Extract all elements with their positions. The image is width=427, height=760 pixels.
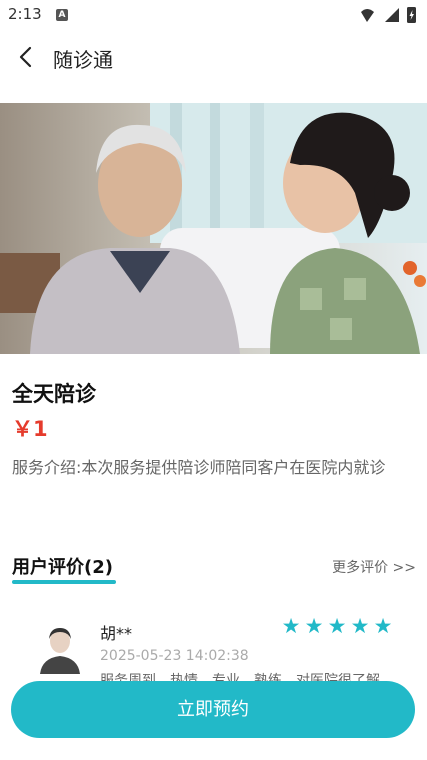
star-icon: ★: [304, 614, 324, 638]
status-time: 2:13: [8, 5, 42, 23]
page-title: 随诊通: [53, 48, 113, 72]
service-description: 服务介绍:本次服务提供陪诊师陪同客户在医院内就诊: [12, 458, 386, 477]
star-icon: ★: [350, 614, 370, 638]
reviews-title-underline: [12, 580, 116, 584]
book-now-button[interactable]: 立即预约: [11, 681, 415, 738]
notification-icon: A: [56, 9, 68, 21]
rating-stars: ★ ★ ★ ★ ★: [280, 615, 394, 637]
service-title: 全天陪诊: [12, 382, 96, 406]
reviews-title: 用户评价(2): [12, 557, 113, 578]
signal-icon: [385, 8, 399, 22]
hero-image: [0, 103, 427, 354]
back-icon[interactable]: [12, 42, 42, 72]
reviewer-name: 胡**: [100, 624, 133, 643]
more-reviews-link[interactable]: 更多评价 >>: [332, 557, 416, 577]
wifi-icon: [361, 9, 374, 22]
status-icons: [361, 7, 416, 23]
star-icon: ★: [327, 614, 347, 638]
star-icon: ★: [373, 614, 393, 638]
app-bar: 随诊通: [0, 30, 427, 86]
service-price: ￥1: [12, 417, 48, 441]
star-icon: ★: [281, 614, 301, 638]
status-bar: 2:13 A: [0, 0, 427, 30]
review-date: 2025-05-23 14:02:38: [100, 648, 249, 664]
avatar: [40, 628, 80, 674]
